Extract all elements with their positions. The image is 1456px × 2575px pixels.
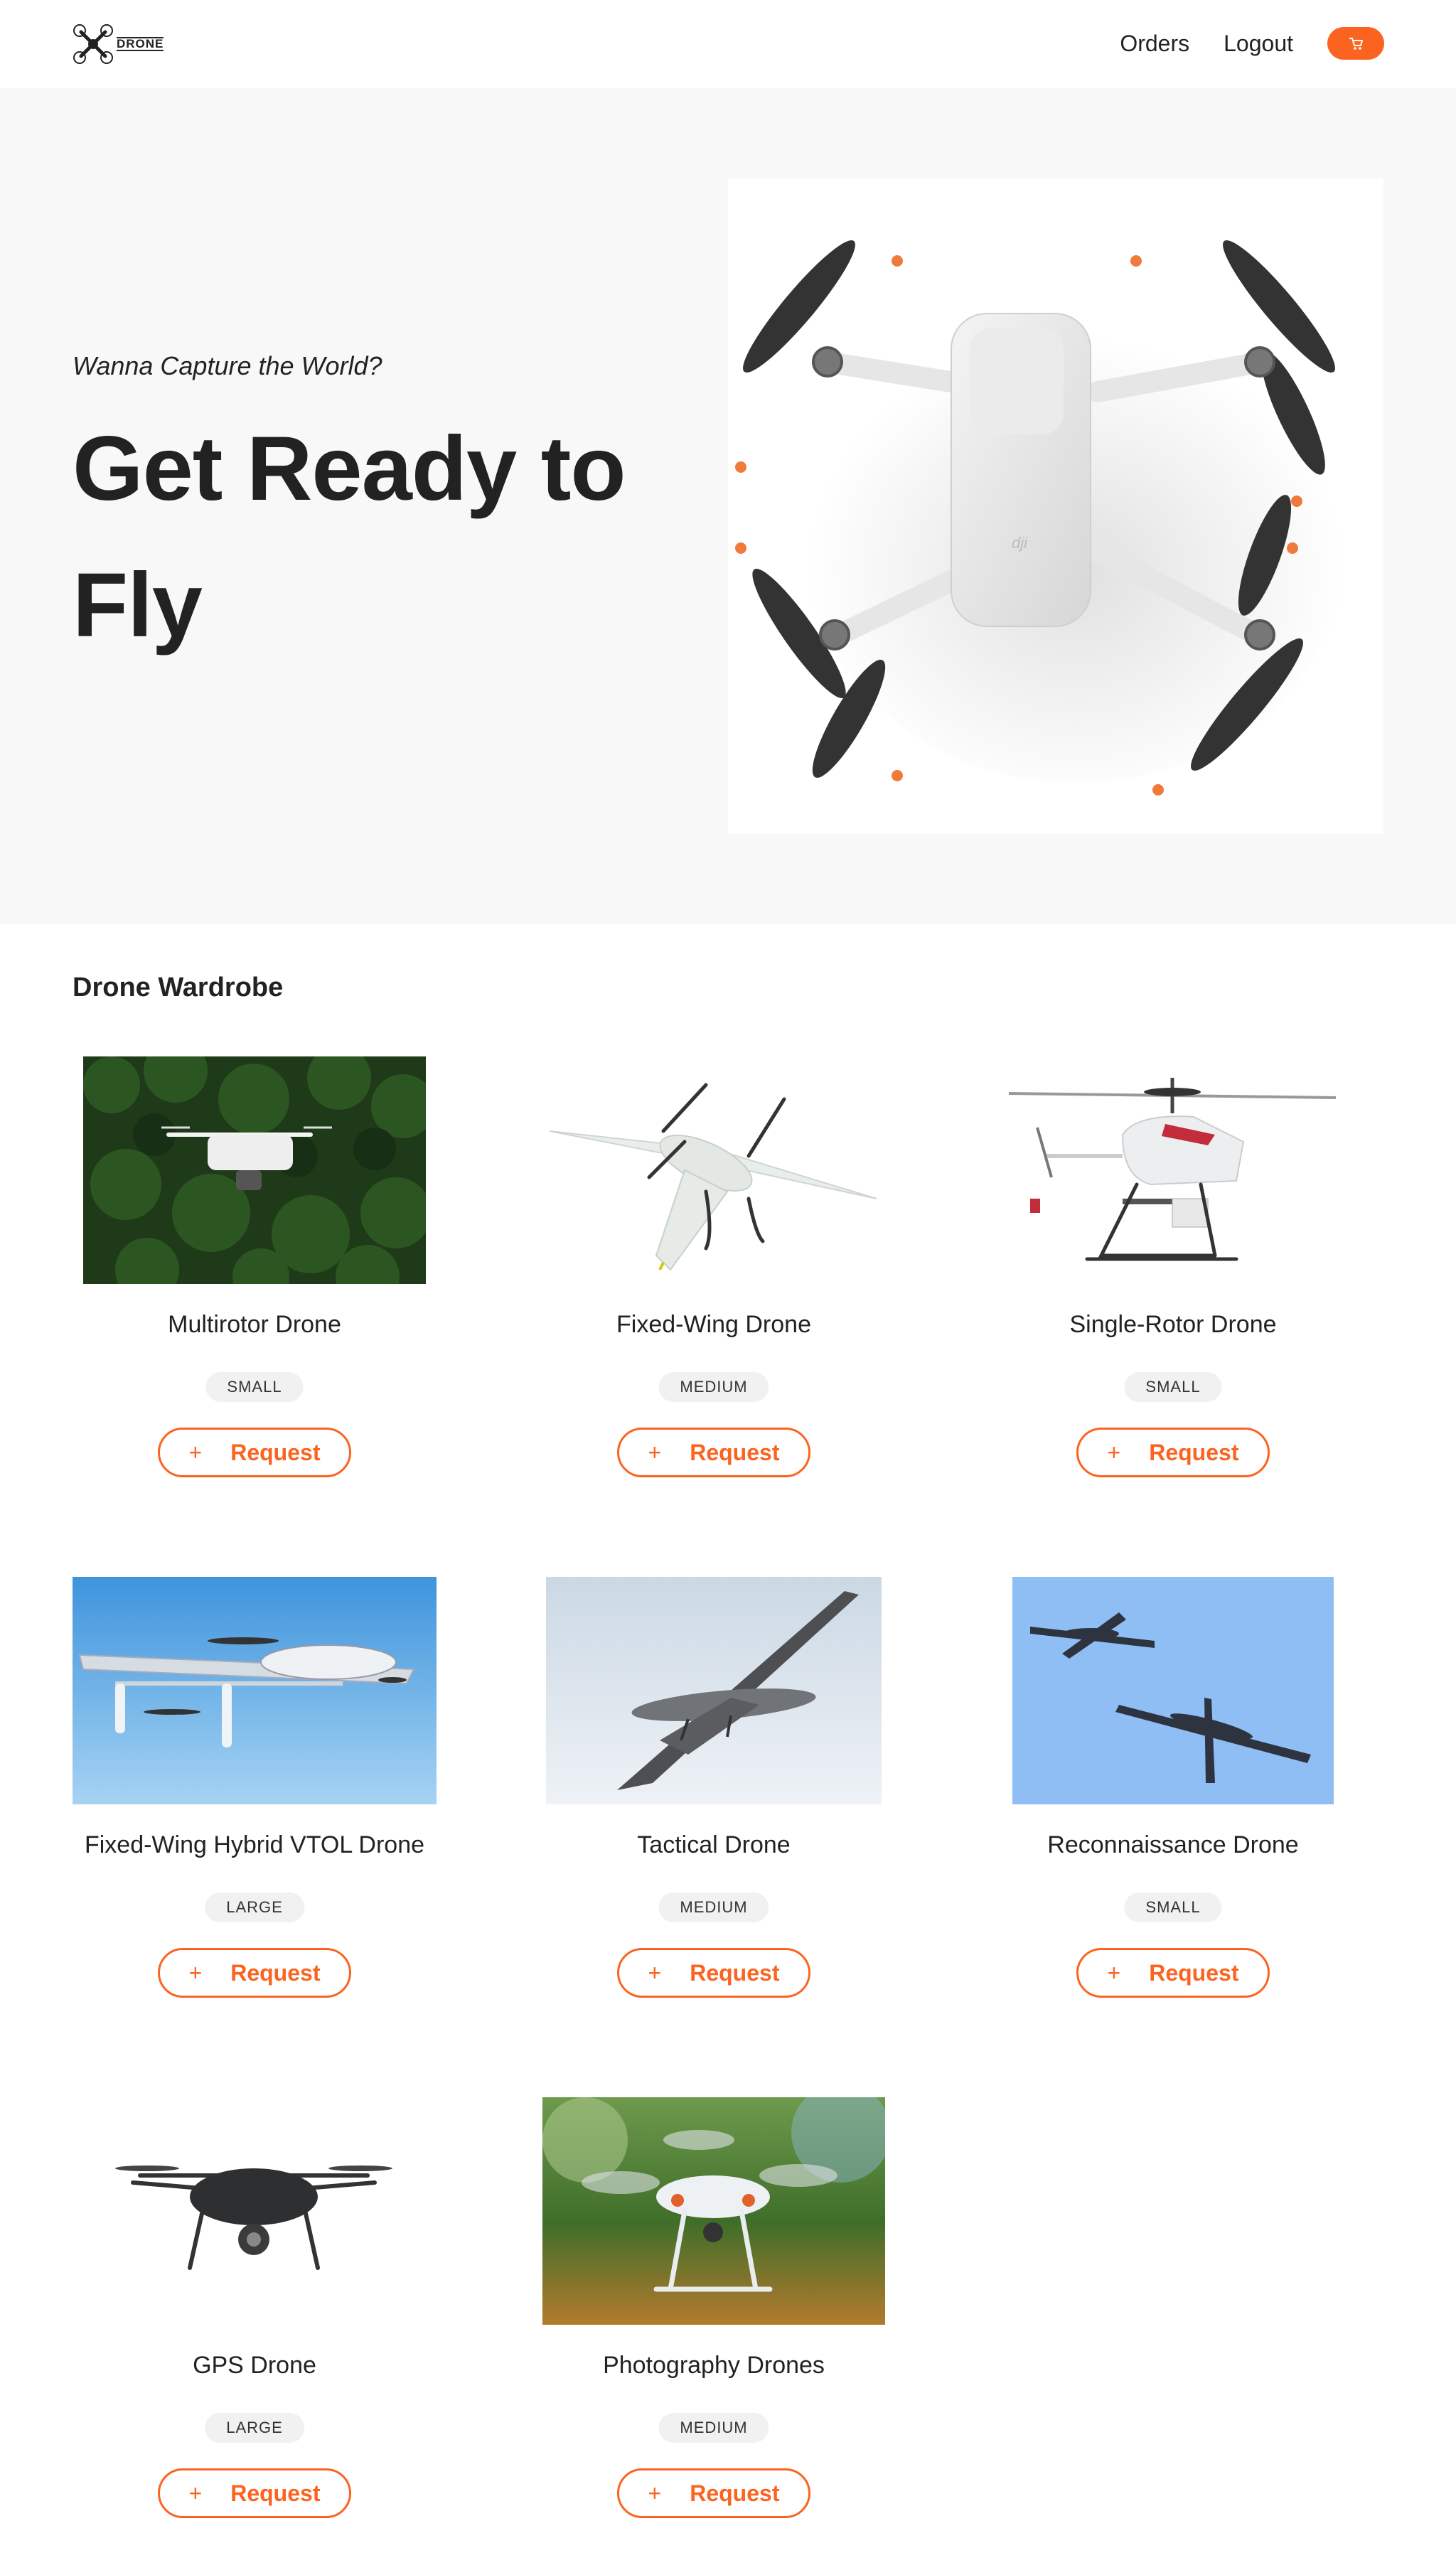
product-card: Fixed-Wing Drone MEDIUM + Request (532, 1056, 896, 1511)
request-button-label: Request (1149, 1959, 1239, 1986)
product-image (542, 1056, 885, 1284)
request-button[interactable]: + Request (158, 1428, 351, 1477)
request-button-label: Request (690, 1959, 780, 1986)
request-button[interactable]: + Request (617, 1428, 810, 1477)
request-button[interactable]: + Request (158, 2468, 351, 2518)
size-badge: SMALL (1124, 1372, 1222, 1402)
size-badge: LARGE (205, 2413, 304, 2443)
plus-icon: + (648, 1959, 662, 1986)
request-button[interactable]: + Request (1076, 1948, 1270, 1998)
product-card: Fixed-Wing Hybrid VTOL Drone LARGE + Req… (73, 1577, 437, 2032)
drone-top-view-illustration: dji (735, 240, 1347, 796)
site-header: DRONE Orders Logout (0, 0, 1456, 88)
request-button[interactable]: + Request (617, 1948, 810, 1998)
hero-section: Wanna Capture the World? Get Ready to Fl… (0, 88, 1456, 924)
svg-text:dji: dji (1012, 534, 1028, 552)
nav-orders-link[interactable]: Orders (1120, 31, 1189, 57)
product-image (73, 1577, 437, 1804)
size-badge: MEDIUM (658, 1893, 769, 1922)
product-name: Single-Rotor Drone (1069, 1311, 1277, 1338)
hero-title: Get Ready to Fly (73, 418, 626, 656)
logo[interactable]: DRONE (73, 24, 172, 64)
request-button-label: Request (690, 2480, 780, 2506)
request-button-label: Request (230, 1439, 321, 1465)
plus-icon: + (188, 1439, 203, 1465)
request-button-label: Request (230, 2480, 321, 2506)
cart-button[interactable] (1327, 27, 1384, 60)
product-image (83, 2097, 426, 2325)
main-nav: Orders Logout (1120, 26, 1384, 61)
plus-icon: + (648, 1439, 662, 1465)
request-button[interactable]: + Request (1076, 1428, 1270, 1477)
hero-tagline: Wanna Capture the World? (73, 351, 382, 380)
nav-logout-link[interactable]: Logout (1224, 31, 1293, 57)
product-name: Photography Drones (603, 2352, 825, 2379)
product-image (1002, 1056, 1344, 1284)
product-name: Fixed-Wing Drone (616, 1311, 811, 1338)
plus-icon: + (188, 1959, 203, 1986)
drone-logo-icon (73, 24, 113, 64)
product-card: Tactical Drone MEDIUM + Request (532, 1577, 896, 2032)
plus-icon: + (1107, 1439, 1121, 1465)
hero-drone-image: dji (728, 178, 1383, 834)
product-name: GPS Drone (193, 2352, 316, 2379)
request-button-label: Request (690, 1439, 780, 1465)
product-card: Photography Drones MEDIUM + Request (532, 2097, 896, 2552)
product-image (1012, 1577, 1334, 1804)
request-button-label: Request (230, 1959, 321, 1986)
plus-icon: + (648, 2480, 662, 2506)
size-badge: LARGE (205, 1893, 304, 1922)
request-button-label: Request (1149, 1439, 1239, 1465)
product-image (546, 1577, 882, 1804)
size-badge: SMALL (1124, 1893, 1222, 1922)
product-name: Tactical Drone (637, 1831, 791, 1858)
plus-icon: + (1107, 1959, 1121, 1986)
product-name: Fixed-Wing Hybrid VTOL Drone (84, 1831, 425, 1858)
section-title: Drone Wardrobe (73, 973, 284, 1002)
product-image (542, 2097, 885, 2325)
product-name: Multirotor Drone (168, 1311, 341, 1338)
cart-icon (1349, 38, 1363, 50)
product-card: Single-Rotor Drone SMALL + Request (991, 1056, 1355, 1511)
plus-icon: + (188, 2480, 203, 2506)
product-card: Multirotor Drone SMALL + Request (73, 1056, 437, 1511)
request-button[interactable]: + Request (158, 1948, 351, 1998)
size-badge: MEDIUM (658, 2413, 769, 2443)
size-badge: MEDIUM (658, 1372, 769, 1402)
product-card: GPS Drone LARGE + Request (73, 2097, 437, 2552)
product-card: Reconnaissance Drone SMALL + Request (991, 1577, 1355, 2032)
logo-text: DRONE (117, 37, 164, 51)
product-name: Reconnaissance Drone (1047, 1831, 1299, 1858)
size-badge: SMALL (205, 1372, 304, 1402)
product-image (83, 1056, 426, 1284)
request-button[interactable]: + Request (617, 2468, 810, 2518)
